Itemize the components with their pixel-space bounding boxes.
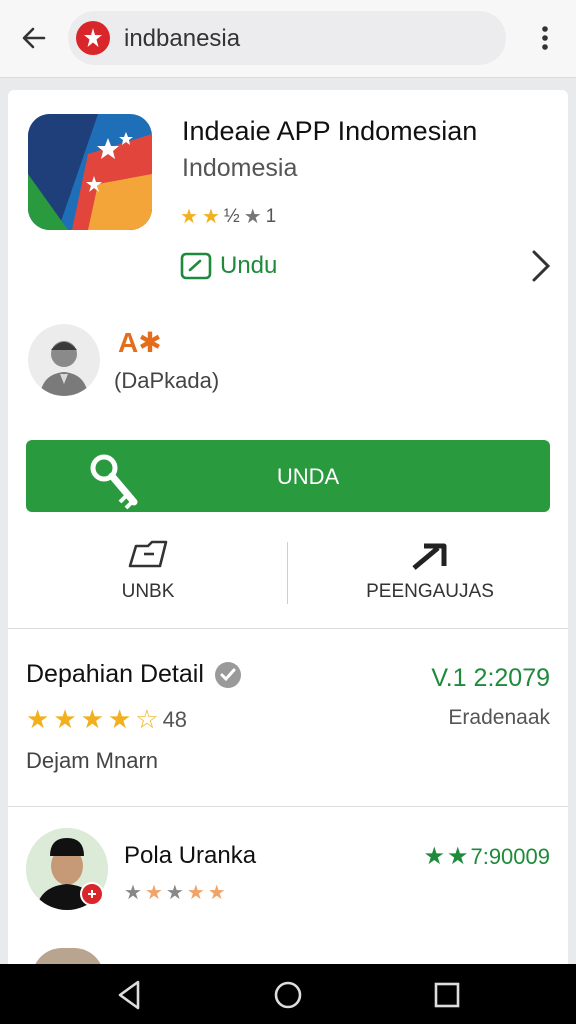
reviewer-name: Pola Uranka [124,842,257,869]
back-arrow-icon [22,27,46,49]
app-title: Indeaie APP Indomesian [182,116,478,146]
star-icon: ★ [107,704,132,734]
download-box-icon [180,252,212,280]
app-developer[interactable]: Indomesia [182,154,297,183]
star-icon: ★ [144,882,163,904]
install-button[interactable]: UNDA [26,440,550,512]
app-icon[interactable] [28,114,152,230]
star-icon: ☆ [135,704,159,734]
person-icon [40,341,88,396]
more-options-button[interactable] [528,18,562,58]
search-bar[interactable]: indbanesia [68,11,506,65]
star-icon: ★ [201,206,220,228]
rating-value: 48 [162,706,188,732]
star-icon: ★ [423,843,445,870]
rating-text: ½ [223,205,240,227]
star-icon: ★ [53,704,77,734]
reviewer-stars: ★ ★ ★ ★ ★ [124,880,226,905]
folder-icon [128,540,168,568]
details-description: Dejam Mnarn [26,748,159,773]
download-chip[interactable]: Undu [180,252,277,280]
app-rating: ★ ★ ½ ★ 1 [180,204,276,229]
star-icon: ★ [446,843,469,870]
review-score-value: 7:90009 [470,843,550,869]
home-circle-icon[interactable] [271,978,305,1012]
details-title: Depahian Detail [26,660,204,688]
star-icon: ★ [207,882,226,904]
top-app-bar: indbanesia [0,0,576,78]
star-icon: ★ [26,704,50,734]
star-icon: ★ [186,882,205,904]
download-chip-label: Undu [220,252,278,279]
action-left[interactable]: UNBK [18,538,278,608]
search-query: indbanesia [124,25,241,52]
recents-square-icon[interactable] [430,978,464,1012]
version-label: V.1 2:2079 [431,664,550,692]
details-side-label: Eradenaak [448,706,550,729]
star-icon: ★ [165,882,184,904]
app-detail-card: Indeaie APP Indomesian Indomesia ★ ★ ½ ★… [8,90,568,978]
install-button-label: UNDA [276,464,340,489]
developer-subtitle: (DaPkada) [114,368,220,393]
reviewer-avatar[interactable] [26,828,108,910]
rating-count: 1 [265,205,277,227]
system-nav-bar [0,964,576,1024]
action-right-label: PEENGAUJAS [366,581,494,602]
section-divider [8,806,568,807]
share-arrow-icon [412,543,447,570]
star-icon: ★ [80,704,104,734]
action-right[interactable]: PEENGAUJAS [300,538,560,608]
star-icon: ★ [124,882,142,904]
star-icon: ★ [180,206,198,228]
section-divider [8,628,568,629]
developer-name: A✱ [118,327,162,358]
developer-avatar[interactable] [28,324,100,396]
app-logo-icon [76,21,110,55]
action-divider [287,542,288,604]
details-heading[interactable]: Depahian Detail [26,660,242,689]
action-left-label: UNBK [121,581,175,602]
more-vert-icon [542,26,548,50]
back-triangle-icon[interactable] [112,978,146,1012]
star-icon: ★ [243,206,262,228]
verified-icon [214,661,241,688]
chevron-right-icon[interactable] [526,246,554,286]
details-rating: ★ ★ ★ ★ ☆ 48 [26,704,187,735]
back-button[interactable] [14,20,54,56]
review-score: ★ ★ 7:90009 [423,842,550,871]
